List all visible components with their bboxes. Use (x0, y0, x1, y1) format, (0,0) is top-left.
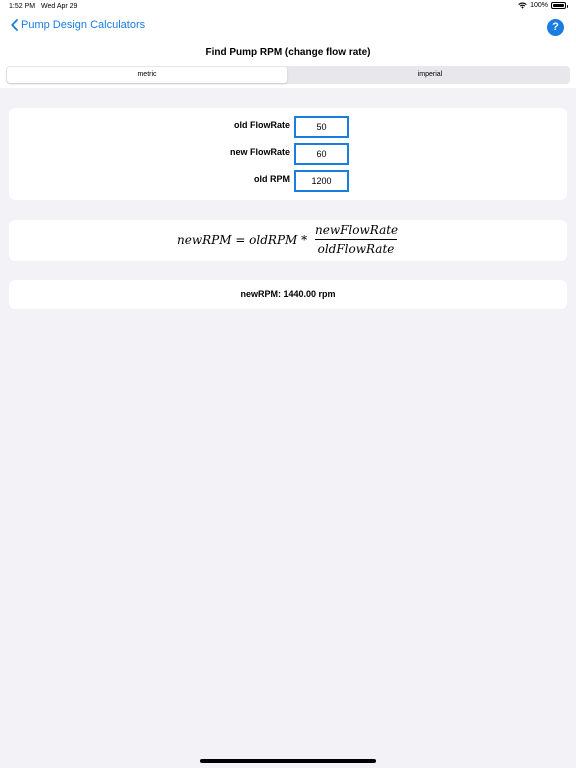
chevron-left-icon (11, 19, 18, 31)
new-flowrate-label: new FlowRate (229, 147, 290, 157)
result-text: newRPM: 1440.00 rpm (240, 289, 336, 299)
status-date: Wed Apr 29 (41, 3, 78, 10)
status-bar: 1:52 PM Wed Apr 29 100% (0, 0, 576, 14)
old-rpm-row: old RPM 1200 (9, 170, 567, 192)
old-flowrate-label: old FlowRate (234, 120, 290, 130)
result-card: newRPM: 1440.00 rpm (9, 280, 567, 309)
formula-numerator: newFlowRate (315, 223, 398, 240)
battery-icon (551, 2, 568, 9)
help-button[interactable]: ? (547, 19, 564, 36)
unit-segmented-control: metric imperial (6, 66, 570, 84)
formula-card: newRPM = oldRPM * newFlowRate oldFlowRat… (9, 220, 567, 261)
segment-imperial[interactable]: imperial (291, 67, 569, 83)
battery-percent: 100% (530, 2, 548, 9)
top-bar: 1:52 PM Wed Apr 29 100% Pump Design Calc… (0, 0, 576, 88)
old-rpm-input[interactable]: 1200 (294, 170, 349, 192)
page-title: Find Pump RPM (change flow rate) (205, 47, 371, 58)
status-right: 100% (518, 2, 568, 9)
back-button-label: Pump Design Calculators (21, 19, 146, 31)
formula-fraction: newFlowRate oldFlowRate (315, 223, 398, 256)
new-flowrate-row: new FlowRate 60 (9, 143, 567, 165)
inputs-card: old FlowRate 50 new FlowRate 60 old RPM … (9, 108, 567, 200)
old-rpm-label: old RPM (254, 174, 290, 184)
new-flowrate-input[interactable]: 60 (294, 143, 349, 165)
wifi-icon (518, 2, 527, 9)
old-flowrate-row: old FlowRate 50 (9, 116, 567, 138)
home-indicator[interactable] (200, 759, 376, 763)
back-button[interactable]: Pump Design Calculators (11, 19, 145, 31)
old-flowrate-input[interactable]: 50 (294, 116, 349, 138)
formula-denominator: oldFlowRate (317, 242, 395, 256)
segment-metric[interactable]: metric (7, 67, 287, 83)
formula-lhs: newRPM = oldRPM * (177, 233, 308, 247)
status-time: 1:52 PM (9, 3, 36, 10)
